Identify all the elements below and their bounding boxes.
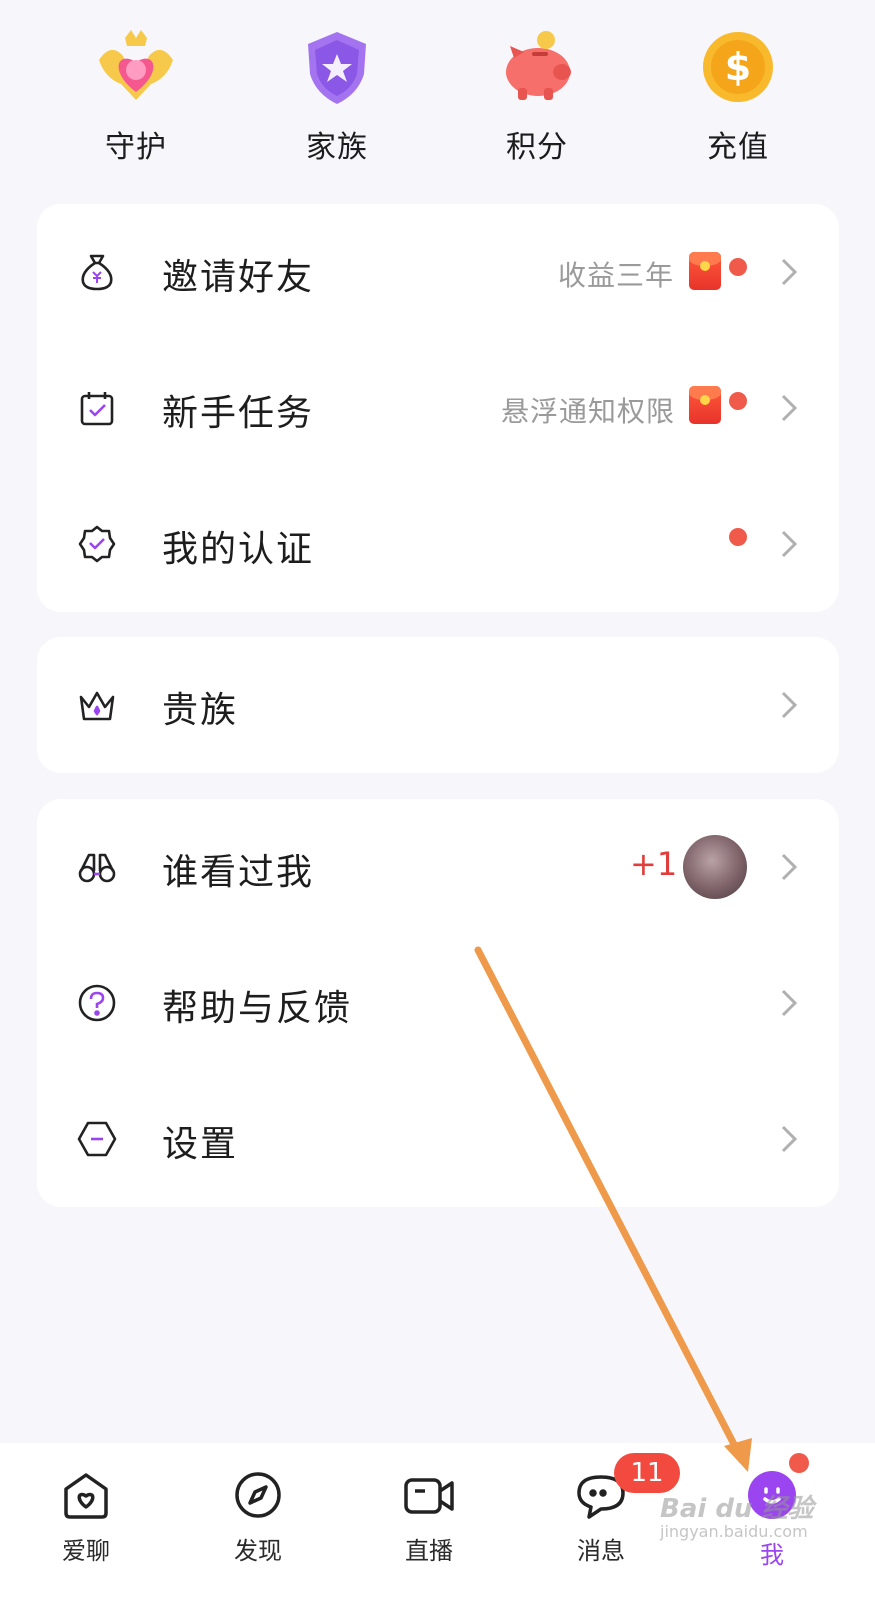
- hexagon-settings-icon: [77, 1119, 117, 1159]
- money-bag-icon: [77, 252, 117, 292]
- menu-card-primary: 邀请好友 收益三年 新手任务 悬浮通知权限 我的认证: [37, 204, 839, 612]
- tab-label: 爱聊: [62, 1537, 110, 1565]
- coin-icon: $: [693, 22, 783, 112]
- question-circle-icon: [77, 983, 117, 1023]
- menu-label: 设置: [162, 1124, 239, 1165]
- chevron-right-icon: [773, 689, 805, 721]
- visitor-count: +1: [630, 845, 678, 883]
- menu-item-settings[interactable]: 设置: [37, 1071, 839, 1207]
- menu-item-newbie-tasks[interactable]: 新手任务 悬浮通知权限: [37, 340, 839, 476]
- menu-card-noble: 贵族: [37, 637, 839, 773]
- menu-item-help-feedback[interactable]: 帮助与反馈: [37, 935, 839, 1071]
- tab-discover[interactable]: 发现: [198, 1467, 318, 1566]
- menu-label: 帮助与反馈: [162, 988, 353, 1029]
- menu-item-noble[interactable]: 贵族: [37, 637, 839, 773]
- red-packet-icon: [689, 386, 721, 424]
- shortcut-label: 守护: [105, 130, 167, 165]
- shortcut-guard[interactable]: 守护: [61, 22, 211, 166]
- notification-dot: [729, 392, 747, 410]
- shortcut-label: 积分: [506, 130, 568, 165]
- family-shield-icon: [292, 22, 382, 112]
- tab-label: 直播: [405, 1537, 453, 1565]
- tab-label: 发现: [234, 1537, 282, 1565]
- tab-live[interactable]: 直播: [369, 1467, 489, 1566]
- badge-check-icon: [77, 524, 117, 564]
- video-camera-icon: [401, 1467, 457, 1523]
- menu-label: 贵族: [162, 690, 239, 731]
- chevron-right-icon: [773, 392, 805, 424]
- shortcut-bar: 守护 家族 积分 $ 充值: [0, 22, 875, 165]
- menu-label: 邀请好友: [162, 257, 315, 298]
- shortcut-points[interactable]: 积分: [462, 22, 612, 166]
- crown-icon: [77, 685, 117, 725]
- calendar-check-icon: [77, 388, 117, 428]
- chevron-right-icon: [773, 1123, 805, 1155]
- shortcut-recharge[interactable]: $ 充值: [663, 22, 813, 166]
- tab-chat[interactable]: 爱聊: [26, 1467, 146, 1566]
- unread-badge: 11: [614, 1453, 680, 1493]
- menu-item-my-verification[interactable]: 我的认证: [37, 476, 839, 612]
- chevron-right-icon: [773, 851, 805, 883]
- heart-home-icon: [58, 1467, 114, 1523]
- guard-heart-icon: [91, 22, 181, 112]
- shortcut-label: 家族: [306, 130, 368, 165]
- notification-dot: [729, 258, 747, 276]
- visitor-avatar: [683, 835, 747, 899]
- menu-item-invite-friends[interactable]: 邀请好友 收益三年: [37, 204, 839, 340]
- menu-card-secondary: 谁看过我 +1 帮助与反馈 设置: [37, 799, 839, 1207]
- menu-label: 谁看过我: [162, 852, 315, 893]
- svg-text:$: $: [725, 45, 751, 89]
- menu-label: 我的认证: [162, 529, 315, 570]
- menu-label: 新手任务: [162, 393, 315, 434]
- menu-hint: 悬浮通知权限: [501, 395, 676, 428]
- notification-dot: [789, 1453, 809, 1473]
- chevron-right-icon: [773, 528, 805, 560]
- compass-icon: [230, 1467, 286, 1523]
- menu-item-who-viewed-me[interactable]: 谁看过我 +1: [37, 799, 839, 935]
- piggy-bank-icon: [492, 22, 582, 112]
- tab-label: 消息: [577, 1537, 625, 1565]
- shortcut-family[interactable]: 家族: [262, 22, 412, 166]
- chevron-right-icon: [773, 987, 805, 1019]
- watermark-url: jingyan.baidu.com: [660, 1522, 808, 1541]
- chevron-right-icon: [773, 256, 805, 288]
- notification-dot: [729, 528, 747, 546]
- binoculars-icon: [77, 847, 117, 887]
- menu-hint: 收益三年: [558, 259, 675, 292]
- shortcut-label: 充值: [707, 130, 769, 165]
- red-packet-icon: [689, 252, 721, 290]
- watermark-logo: Bai du 经验: [660, 1494, 814, 1524]
